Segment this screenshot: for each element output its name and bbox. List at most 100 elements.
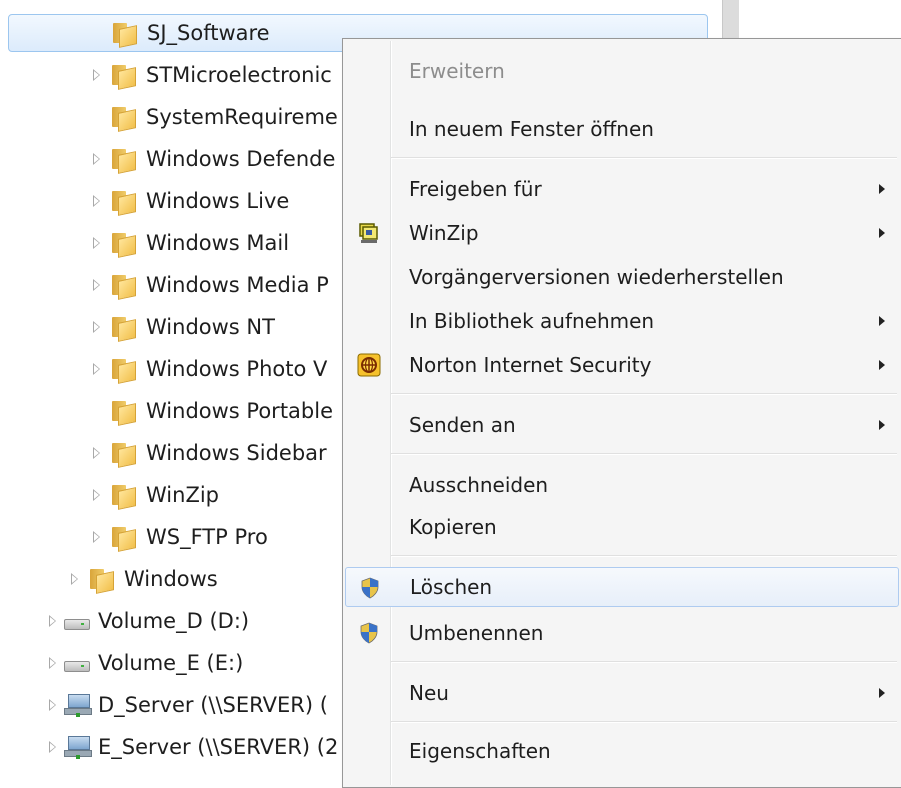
menu-separator: [391, 157, 897, 159]
expand-arrow-icon[interactable]: [48, 699, 56, 711]
tree-item-label: Windows NT: [146, 315, 275, 339]
expand-arrow-icon[interactable]: [92, 237, 100, 249]
expand-arrow-icon[interactable]: [92, 195, 100, 207]
tree-item-label: Windows Photo V: [146, 357, 328, 381]
submenu-arrow-icon: [879, 228, 885, 238]
tree-item-label: WS_FTP Pro: [146, 525, 268, 549]
expand-arrow-icon[interactable]: [92, 153, 100, 165]
folder-icon: [110, 231, 136, 258]
menu-separator: [391, 661, 897, 663]
tree-item-windows-mail[interactable]: Windows Mail: [88, 224, 289, 262]
menu-item-rename[interactable]: Umbenennen: [345, 613, 899, 653]
expand-arrow-icon[interactable]: [92, 69, 100, 81]
menu-separator: [391, 453, 897, 455]
submenu-arrow-icon: [879, 184, 885, 194]
menu-item-properties[interactable]: Eigenschaften: [345, 731, 899, 771]
network-drive-icon: [64, 694, 92, 717]
folder-icon: [110, 315, 136, 342]
tree-item-label: Volume_E (E:): [98, 651, 244, 675]
tree-item-label: E_Server (\\SERVER) (2: [98, 735, 339, 759]
expand-arrow-icon[interactable]: [92, 531, 100, 543]
menu-separator: [391, 721, 897, 723]
network-drive-icon: [64, 736, 92, 759]
tree-item-label: SystemRequireme: [146, 105, 338, 129]
tree-item-windows-photo-viewer[interactable]: Windows Photo V: [88, 350, 327, 388]
menu-item-open-new-window[interactable]: In neuem Fenster öffnen: [345, 109, 899, 149]
menu-item-label: Ausschneiden: [409, 473, 549, 497]
tree-item-systemrequirements[interactable]: SystemRequireme: [88, 98, 338, 136]
expand-arrow-icon[interactable]: [92, 363, 100, 375]
menu-item-label: Senden an: [409, 413, 516, 437]
submenu-arrow-icon: [879, 360, 885, 370]
folder-icon: [110, 483, 136, 510]
menu-item-label: Eigenschaften: [409, 739, 551, 763]
submenu-arrow-icon: [879, 420, 885, 430]
menu-item-label: Umbenennen: [409, 621, 544, 645]
menu-item-winzip[interactable]: WinZip: [345, 213, 899, 253]
tree-item-windows-portable[interactable]: Windows Portable: [88, 392, 333, 430]
tree-item-stmicroelectronics[interactable]: STMicroelectronic: [88, 56, 332, 94]
norton-icon: [357, 353, 381, 377]
menu-item-label: Vorgängerversionen wiederherstellen: [409, 265, 784, 289]
menu-item-erweitern[interactable]: Erweitern: [345, 51, 899, 91]
menu-item-label: Neu: [409, 681, 449, 705]
menu-item-cut[interactable]: Ausschneiden: [345, 465, 899, 505]
expand-arrow-icon[interactable]: [48, 657, 56, 669]
uac-shield-icon: [358, 576, 382, 600]
tree-item-label: WinZip: [146, 483, 219, 507]
menu-item-label: Freigeben für: [409, 177, 542, 201]
menu-item-label: Löschen: [410, 575, 493, 599]
menu-item-add-to-library[interactable]: In Bibliothek aufnehmen: [345, 301, 899, 341]
folder-icon: [110, 273, 136, 300]
expand-arrow-icon[interactable]: [70, 573, 78, 585]
folder-icon: [88, 567, 114, 594]
menu-item-copy[interactable]: Kopieren: [345, 507, 899, 547]
menu-item-norton[interactable]: Norton Internet Security: [345, 345, 899, 385]
tree-item-label: D_Server (\\SERVER) (: [98, 693, 328, 717]
expand-arrow-icon[interactable]: [92, 447, 100, 459]
tree-item-e-server[interactable]: E_Server (\\SERVER) (2: [44, 728, 338, 766]
expand-arrow-icon[interactable]: [92, 279, 100, 291]
tree-item-d-server[interactable]: D_Server (\\SERVER) (: [44, 686, 328, 724]
tree-item-ws-ftp-pro[interactable]: WS_FTP Pro: [88, 518, 268, 556]
folder-icon: [110, 357, 136, 384]
menu-item-freigeben-fuer[interactable]: Freigeben für: [345, 169, 899, 209]
menu-item-send-to[interactable]: Senden an: [345, 405, 899, 445]
tree-item-label: Windows Mail: [146, 231, 290, 255]
uac-shield-icon: [357, 621, 381, 645]
tree-item-windows-nt[interactable]: Windows NT: [88, 308, 275, 346]
folder-icon: [110, 147, 136, 174]
hard-drive-icon: [64, 613, 90, 630]
menu-item-restore-previous-versions[interactable]: Vorgängerversionen wiederherstellen: [345, 257, 899, 297]
tree-item-windows[interactable]: Windows: [66, 560, 218, 598]
tree-item-windows-sidebar[interactable]: Windows Sidebar: [88, 434, 327, 472]
menu-item-label: In neuem Fenster öffnen: [409, 117, 654, 141]
tree-item-label: Windows Defende: [146, 147, 336, 171]
hard-drive-icon: [64, 655, 90, 672]
menu-item-new[interactable]: Neu: [345, 673, 899, 713]
folder-icon: [110, 105, 136, 132]
tree-item-volume-e[interactable]: Volume_E (E:): [44, 644, 243, 682]
expand-arrow-icon[interactable]: [48, 741, 56, 753]
tree-item-windows-media-player[interactable]: Windows Media P: [88, 266, 329, 304]
menu-item-label: Erweitern: [409, 59, 505, 83]
tree-item-label: Volume_D (D:): [98, 609, 250, 633]
expand-arrow-icon[interactable]: [92, 489, 100, 501]
tree-item-winzip[interactable]: WinZip: [88, 476, 219, 514]
menu-item-delete[interactable]: Löschen: [345, 567, 899, 607]
tree-item-volume-d[interactable]: Volume_D (D:): [44, 602, 249, 640]
tree-item-label: Windows Sidebar: [146, 441, 327, 465]
folder-icon: [110, 441, 136, 468]
submenu-arrow-icon: [879, 688, 885, 698]
menu-item-label: WinZip: [409, 221, 479, 245]
folder-icon: [111, 21, 137, 48]
tree-item-label: Windows Media P: [146, 273, 329, 297]
tree-item-windows-live[interactable]: Windows Live: [88, 182, 289, 220]
submenu-arrow-icon: [879, 316, 885, 326]
tree-item-windows-defender[interactable]: Windows Defende: [88, 140, 335, 178]
menu-item-label: Kopieren: [409, 515, 497, 539]
menu-item-label: Norton Internet Security: [409, 353, 652, 377]
expand-arrow-icon[interactable]: [92, 321, 100, 333]
expand-arrow-icon[interactable]: [48, 615, 56, 627]
menu-separator: [391, 393, 897, 395]
